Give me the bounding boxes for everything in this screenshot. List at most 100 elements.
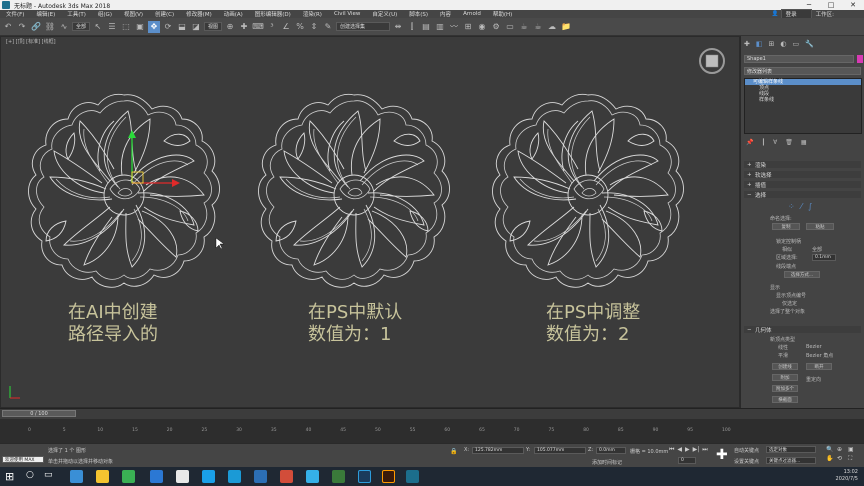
curve-editor-icon[interactable]: 〰 (448, 21, 460, 33)
similar-radio[interactable]: 相似 (782, 246, 792, 253)
app-icon-5[interactable] (280, 470, 293, 483)
app-icon-2[interactable] (202, 470, 215, 483)
time-slider-thumb[interactable]: 0 / 100 (2, 410, 76, 417)
place-icon[interactable]: ◪ (190, 21, 202, 33)
pivot-center-icon[interactable]: ⊕ (224, 21, 236, 33)
menu-group[interactable]: 组(G) (92, 10, 118, 18)
set-key-icon[interactable]: ✚ (716, 447, 728, 463)
menu-tools[interactable]: 工具(T) (61, 10, 92, 18)
play-icon[interactable]: ▶ (685, 446, 690, 454)
stack-item-spline[interactable]: 样条线 (745, 97, 861, 103)
create-tab-icon[interactable]: ✚ (744, 40, 750, 48)
menu-edit[interactable]: 编辑(E) (30, 10, 61, 18)
maximize-viewport-icon[interactable]: ⛶ (848, 455, 857, 463)
linear-radio[interactable]: 线性 (778, 344, 788, 351)
spline-level-icon[interactable]: ∫ (808, 202, 812, 211)
isolate-selection-icon[interactable]: 🔒 (450, 448, 457, 455)
layer-explorer-icon[interactable]: ▤ (420, 21, 432, 33)
bezier-corner-radio[interactable]: Bezier 角点 (806, 352, 833, 359)
flower-ps-adjusted[interactable] (492, 93, 684, 288)
bind-space-warp-icon[interactable]: ∿ (58, 21, 70, 33)
attach-multiple-button[interactable]: 附加多个 (772, 385, 798, 392)
zoom-icon[interactable]: 🔍 (826, 446, 835, 453)
app-icon-7[interactable] (332, 470, 345, 483)
align-icon[interactable]: ⫿ (406, 21, 418, 33)
y-coordinate-field[interactable]: 105.077mm (534, 447, 586, 454)
task-view-icon[interactable]: ▭ (44, 470, 57, 483)
wechat-icon[interactable] (122, 470, 135, 483)
redo-icon[interactable]: ↷ (16, 21, 28, 33)
all-radio[interactable]: 全部 (812, 246, 822, 253)
z-coordinate-field[interactable]: 0.0mm (596, 447, 626, 454)
menu-modifiers[interactable]: 修改器(M) (180, 10, 218, 18)
add-time-tag-button[interactable]: 添加时间标记 (592, 459, 622, 466)
mirror-icon[interactable]: ⇹ (392, 21, 404, 33)
object-color-swatch[interactable] (857, 55, 863, 63)
chrome-icon[interactable] (176, 470, 189, 483)
unlink-icon[interactable]: ⛓ (44, 21, 56, 33)
track-bar[interactable] (0, 419, 864, 443)
illustrator-icon[interactable] (382, 470, 395, 483)
bezier-radio[interactable]: Bezier (806, 344, 822, 350)
pin-stack-icon[interactable]: 📌 (746, 139, 753, 146)
select-and-rotate-icon[interactable]: ⟳ (162, 21, 174, 33)
menu-graph-editors[interactable]: 图形编辑器(D) (249, 10, 297, 18)
maximize-icon[interactable]: □ (820, 1, 842, 9)
render-iterative-icon[interactable]: ☕ (532, 21, 544, 33)
selected-only-checkbox[interactable]: 仅选定 (782, 300, 797, 307)
select-manipulate-icon[interactable]: ✚ (238, 21, 250, 33)
zoom-extents-icon[interactable]: ▣ (848, 446, 857, 453)
paste-button[interactable]: 粘贴 (806, 223, 834, 230)
rollout-geometry[interactable]: − 几何体 (744, 326, 861, 334)
windows-start-icon[interactable]: ⊞ (5, 470, 14, 483)
search-icon[interactable]: ○ (26, 470, 39, 483)
hierarchy-tab-icon[interactable]: ⊞ (769, 40, 775, 48)
segment-end-checkbox[interactable]: 线段端点 (776, 263, 796, 270)
modify-tab-icon[interactable]: ◧ (756, 40, 763, 48)
key-filters-button[interactable]: 关键点过滤器... (766, 457, 816, 464)
remove-modifier-icon[interactable]: 🗑 (785, 139, 793, 146)
pan-icon[interactable]: ✋ (826, 455, 835, 463)
snaps-toggle-icon[interactable]: ³ (266, 21, 278, 33)
undo-icon[interactable]: ↶ (2, 21, 14, 33)
x-coordinate-field[interactable]: 125.782mm (472, 447, 524, 454)
rollout-rendering[interactable]: + 渲染 (744, 161, 861, 169)
maxscript-listener-field[interactable]: 欢迎使用 MAX (2, 456, 44, 463)
vertex-level-icon[interactable]: ⁘ (788, 202, 795, 211)
go-to-end-icon[interactable]: ⏭ (702, 446, 707, 454)
3dsmax-taskbar-icon[interactable] (406, 470, 419, 483)
menu-scripting[interactable]: 脚本(S) (403, 10, 434, 18)
smooth-radio[interactable]: 平滑 (778, 352, 788, 359)
select-and-move-icon[interactable]: ✥ (148, 20, 161, 33)
cross-section-button[interactable]: 横截面 (772, 396, 798, 403)
modifier-list-dropdown[interactable]: 修改器列表 (744, 67, 861, 75)
create-line-button[interactable]: 创建线 (772, 363, 798, 370)
link-icon[interactable]: 🔗 (30, 21, 42, 33)
close-icon[interactable]: ✕ (842, 1, 864, 9)
display-tab-icon[interactable]: ▭ (792, 40, 799, 48)
select-and-scale-icon[interactable]: ⬓ (176, 21, 188, 33)
menu-animation[interactable]: 动画(A) (218, 10, 249, 18)
app-icon-6[interactable] (306, 470, 319, 483)
file-explorer-icon[interactable] (96, 470, 109, 483)
rectangular-selection-icon[interactable]: ⬚ (120, 21, 132, 33)
previous-frame-icon[interactable]: ◀ (677, 446, 682, 454)
auto-key-button[interactable]: 自动关键点 (734, 447, 759, 454)
edge-browser-icon[interactable] (70, 470, 83, 483)
named-selection-dropdown[interactable]: 创建选择集 (336, 22, 391, 31)
orbit-icon[interactable]: ⟲ (837, 455, 846, 463)
attach-button[interactable]: 附加 (772, 374, 798, 381)
make-unique-icon[interactable]: ∀ (773, 139, 777, 146)
select-object-icon[interactable]: ↖ (92, 21, 104, 33)
selected-object-dropdown[interactable]: 选定对象 (766, 446, 816, 453)
flower-ai-path[interactable] (28, 93, 220, 288)
menu-file[interactable]: 文件(F) (0, 10, 30, 18)
select-by-name-icon[interactable]: ☰ (106, 21, 118, 33)
render-production-icon[interactable]: ☕ (518, 21, 530, 33)
toggle-ribbon-icon[interactable]: ▥ (434, 21, 446, 33)
go-to-start-icon[interactable]: ⏮ (669, 446, 674, 454)
reference-coordinate-dropdown[interactable]: 视图 (204, 22, 223, 31)
menu-create[interactable]: 创建(C) (149, 10, 180, 18)
minimize-icon[interactable]: ─ (798, 1, 820, 9)
rendered-frame-window-icon[interactable]: ▭ (504, 21, 516, 33)
